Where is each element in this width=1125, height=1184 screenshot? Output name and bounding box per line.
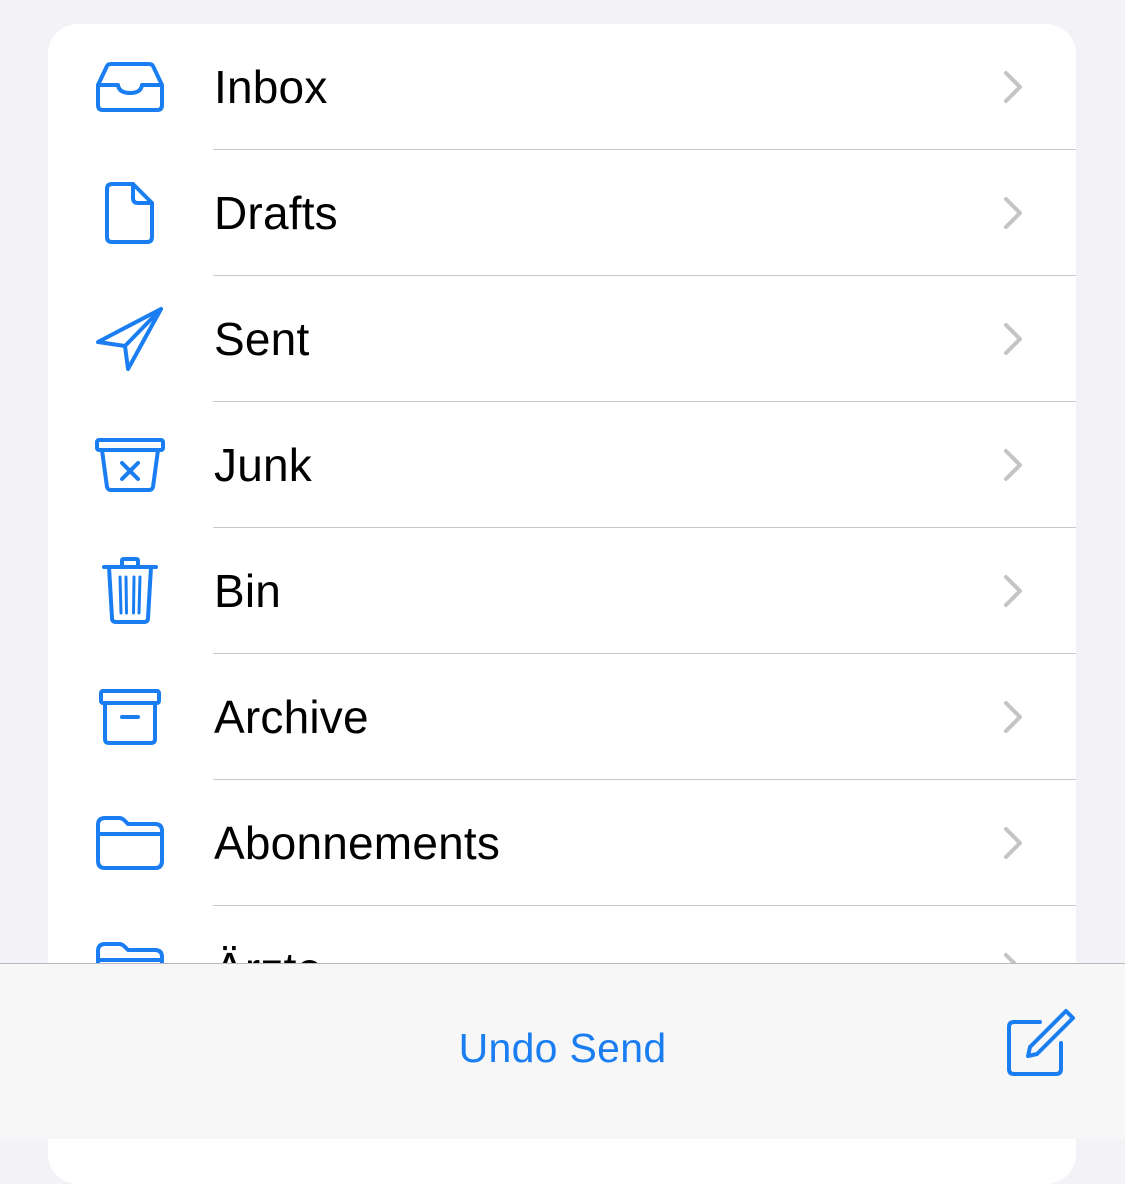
document-icon bbox=[94, 180, 166, 246]
chevron-right-icon bbox=[1004, 71, 1022, 103]
archive-box-icon bbox=[94, 684, 166, 750]
folder-row-junk[interactable]: Junk bbox=[48, 402, 1076, 528]
folder-icon bbox=[94, 810, 166, 876]
folder-row-bin[interactable]: Bin bbox=[48, 528, 1076, 654]
folder-label-sent: Sent bbox=[214, 313, 310, 365]
folder-label-drafts: Drafts bbox=[214, 187, 338, 239]
bottom-toolbar: Undo Send bbox=[0, 963, 1125, 1139]
chevron-right-icon bbox=[1004, 323, 1022, 355]
chevron-right-icon bbox=[1004, 449, 1022, 481]
folder-row-sent[interactable]: Sent bbox=[48, 276, 1076, 402]
folder-label-inbox: Inbox bbox=[214, 61, 328, 113]
folder-label-archive: Archive bbox=[214, 691, 369, 743]
folder-row-abonnements[interactable]: Abonnements bbox=[48, 780, 1076, 906]
folder-row-drafts[interactable]: Drafts bbox=[48, 150, 1076, 276]
chevron-right-icon bbox=[1004, 197, 1022, 229]
paper-plane-icon bbox=[94, 306, 166, 372]
chevron-right-icon bbox=[1004, 701, 1022, 733]
folder-row-archive[interactable]: Archive bbox=[48, 654, 1076, 780]
trash-icon bbox=[94, 557, 166, 624]
inbox-tray-icon bbox=[94, 54, 166, 120]
chevron-right-icon bbox=[1004, 827, 1022, 859]
compose-icon[interactable] bbox=[1000, 1006, 1080, 1086]
folder-label-bin: Bin bbox=[214, 565, 282, 617]
folder-label-abonnements: Abonnements bbox=[214, 817, 501, 869]
junk-bin-icon bbox=[94, 432, 166, 498]
folder-row-inbox[interactable]: Inbox bbox=[48, 24, 1076, 150]
chevron-right-icon bbox=[1004, 575, 1022, 607]
undo-send-button[interactable]: Undo Send bbox=[0, 1020, 1125, 1076]
folder-label-junk: Junk bbox=[214, 439, 312, 491]
